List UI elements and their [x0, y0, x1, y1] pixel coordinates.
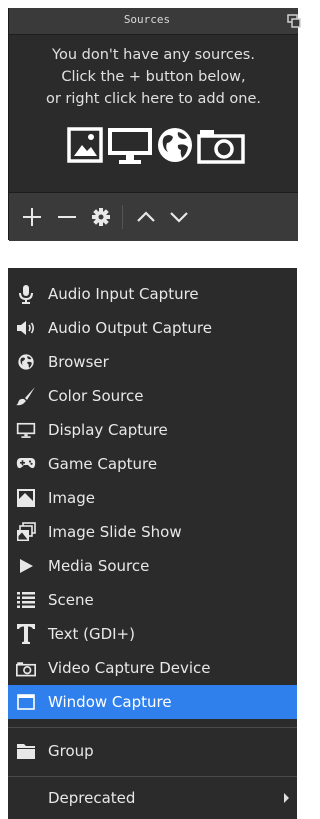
menu-item-scene[interactable]: Scene [8, 583, 297, 617]
menu-item-browser[interactable]: Browser [8, 345, 297, 379]
list-icon [16, 590, 36, 610]
add-icon [23, 208, 41, 226]
speaker-icon [16, 318, 36, 338]
menu-item-label: Video Capture Device [48, 659, 211, 677]
menu-item-group[interactable]: Group [8, 734, 297, 768]
menu-item-audio-output-capture[interactable]: Audio Output Capture [8, 311, 297, 345]
menu-item-text-gdi[interactable]: Text (GDI+) [8, 617, 297, 651]
gear-icon [92, 208, 110, 226]
remove-icon [58, 216, 76, 218]
menu-item-label: Window Capture [48, 693, 172, 711]
image-icon [67, 127, 103, 163]
move-down-icon [170, 212, 188, 223]
menu-item-audio-input-capture[interactable]: Audio Input Capture [8, 277, 297, 311]
menu-item-label: Image [48, 489, 95, 507]
hint-line-2: Click the + button below, [61, 69, 246, 85]
move-up-icon [137, 211, 155, 222]
camera-icon [197, 130, 245, 164]
menu-item-label: Image Slide Show [48, 523, 182, 541]
menu-item-label: Audio Input Capture [48, 285, 199, 303]
window-icon [16, 692, 36, 712]
menu-item-label: Display Capture [48, 421, 168, 439]
gamepad-icon [16, 454, 36, 474]
globe-icon [16, 352, 36, 372]
sources-toolbar [9, 192, 298, 241]
add-source-button[interactable] [15, 193, 49, 241]
menu-item-media-source[interactable]: Media Source [8, 549, 297, 583]
play-icon [16, 556, 36, 576]
menu-item-label: Audio Output Capture [48, 319, 212, 337]
menu-separator [8, 727, 297, 728]
menu-item-image-slide-show[interactable]: Image Slide Show [8, 515, 297, 549]
dock-title: Sources [123, 13, 171, 26]
monitor-icon [16, 420, 36, 440]
menu-item-deprecated[interactable]: Deprecated [8, 781, 297, 815]
move-up-button[interactable] [129, 193, 163, 241]
dock-title-bar[interactable]: Sources [9, 8, 301, 35]
add-source-menu: Audio Input Capture Audio Output Capture… [8, 268, 297, 819]
menu-item-video-capture-device[interactable]: Video Capture Device [8, 651, 297, 685]
menu-item-label: Scene [48, 591, 94, 609]
submenu-arrow-icon [284, 793, 289, 803]
hint-line-3: or right click here to add one. [45, 91, 262, 107]
camera-icon [16, 658, 36, 678]
source-properties-button[interactable] [84, 193, 118, 241]
image-icon [16, 488, 36, 508]
menu-item-game-capture[interactable]: Game Capture [8, 447, 297, 481]
menu-item-window-capture[interactable]: Window Capture [8, 685, 297, 719]
menu-item-label: Text (GDI+) [48, 625, 135, 643]
globe-icon [158, 128, 192, 162]
undock-icon[interactable] [287, 14, 301, 28]
menu-separator [8, 776, 297, 777]
sources-dock[interactable]: Sources You don't have any sources. Clic… [8, 8, 301, 241]
text-icon [16, 624, 36, 644]
remove-source-button[interactable] [50, 193, 84, 241]
hint-line-1: You don't have any sources. [52, 47, 255, 63]
move-down-button[interactable] [162, 193, 196, 241]
slideshow-icon [16, 522, 36, 542]
folder-icon [16, 741, 36, 761]
menu-item-label: Media Source [48, 557, 150, 575]
monitor-icon [108, 128, 152, 164]
menu-item-color-source[interactable]: Color Source [8, 379, 297, 413]
menu-item-label: Color Source [48, 387, 144, 405]
paintbrush-icon [16, 386, 36, 406]
menu-item-label: Group [48, 742, 94, 760]
toolbar-divider [122, 205, 123, 229]
menu-item-label: Deprecated [48, 789, 136, 807]
microphone-icon [16, 284, 36, 304]
menu-item-label: Game Capture [48, 455, 158, 473]
menu-item-label: Browser [48, 353, 109, 371]
menu-item-image[interactable]: Image [8, 481, 297, 515]
empty-sources-hint[interactable]: You don't have any sources. Click the + … [9, 44, 298, 110]
menu-item-display-capture[interactable]: Display Capture [8, 413, 297, 447]
